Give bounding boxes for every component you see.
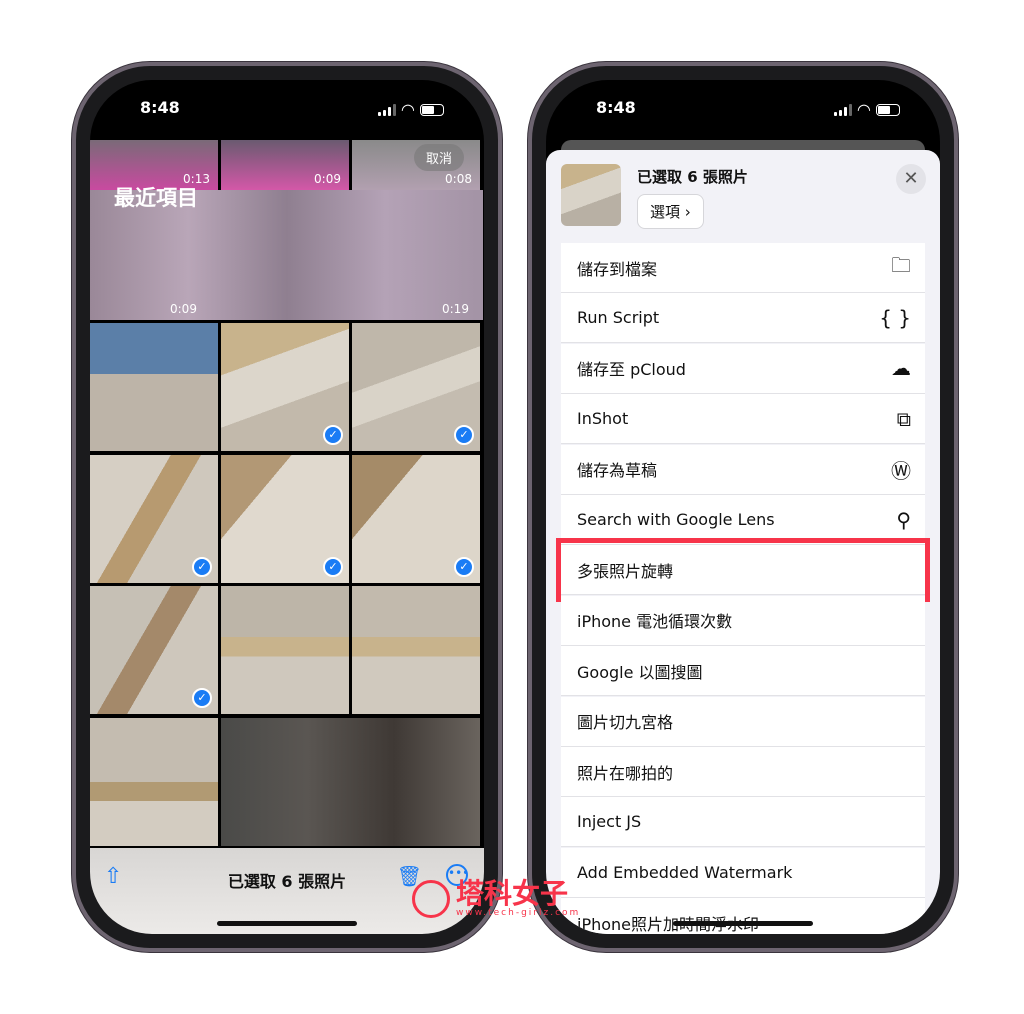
photo-thumbnail[interactable]: ✓ [90,586,218,714]
action-row[interactable]: 照片在哪拍的 [561,747,925,797]
action-label: Inject JS [577,812,642,832]
signal-icon [833,103,852,116]
left-phone: 8:48 ◠ 0:13 0:09 0:08 0:09 0:19 ✓ ✓ ✓ ✓ ✓ ✓ 取消 最近項… [72,62,502,952]
share-sheet-screen: 8:48 ◠ 已選取 6 張照片 選項 › ✕ 儲存到檔案 🗀 Run Script… [546,80,940,934]
action-row[interactable]: Inject JS [561,797,925,848]
action-row[interactable]: Add Embedded Watermark [561,847,925,898]
selected-check-icon: ✓ [323,557,343,577]
highlight-box [556,538,930,603]
action-row[interactable]: InShot ⧉ [561,394,925,445]
braces-icon: { } [879,305,911,330]
selected-check-icon: ✓ [454,557,474,577]
wifi-icon: ◠ [401,100,414,119]
selected-check-icon: ✓ [192,557,212,577]
video-duration: 0:09 [314,172,341,186]
action-row[interactable]: Google 以圖搜圖 [561,646,925,697]
wifi-icon: ◠ [857,100,870,119]
selected-check-icon: ✓ [323,425,343,445]
selected-check-icon: ✓ [454,425,474,445]
action-label: Google 以圖搜圖 [577,662,703,682]
watermark: 塔科女子 www.tech-girlz.com [412,880,580,918]
action-row[interactable]: 儲存至 pCloud ☁ [561,343,925,394]
action-row[interactable]: iPhone照片加時間浮水印 [561,898,925,934]
signal-icon [377,103,396,116]
action-label: Add Embedded Watermark [577,862,793,882]
status-time: 8:48 [140,98,180,117]
status-bar: 8:48 ◠ [90,98,484,122]
action-row[interactable]: iPhone 電池循環次數 [561,595,925,646]
action-row[interactable]: 圖片切九宮格 [561,696,925,747]
home-indicator [217,921,357,926]
watermark-text: 塔科女子 [456,877,569,910]
planet-logo-icon [412,880,450,918]
right-phone: 8:48 ◠ 已選取 6 張照片 選項 › ✕ 儲存到檔案 🗀 Run Script… [528,62,958,952]
folder-icon: 🗀 [891,252,911,277]
close-icon[interactable]: ✕ [896,164,926,194]
battery-icon [420,103,444,116]
photo-thumbnail[interactable] [90,323,218,451]
selection-thumbnail [561,164,621,226]
photo-thumbnail[interactable]: ✓ [221,323,349,451]
photo-thumbnail[interactable] [221,718,480,846]
status-time: 8:48 [596,98,636,117]
photos-screen: 8:48 ◠ 0:13 0:09 0:08 0:09 0:19 ✓ ✓ ✓ ✓ ✓ ✓ 取消 最近項… [90,80,484,934]
action-label: InShot [577,409,629,429]
sheet-title: 已選取 6 張照片 [637,168,748,186]
video-duration: 0:08 [445,172,472,186]
action-label: iPhone 電池循環次數 [577,612,733,632]
action-label: 儲存至 pCloud [577,360,686,380]
action-label: Search with Google Lens [577,510,775,529]
photo-thumbnail[interactable]: ✓ [352,455,480,583]
photo-thumbnail[interactable]: ✓ [221,455,349,583]
album-title: 最近項目 [114,186,198,210]
battery-icon [876,103,900,116]
wordpress-icon: Ⓦ [891,458,911,483]
selected-check-icon: ✓ [192,688,212,708]
video-thumbnail[interactable]: 0:09 [221,140,349,190]
search-icon: ⚲ [896,507,911,532]
pcloud-icon: ☁ [891,356,911,381]
action-label: 儲存為草稿 [577,461,658,481]
action-label: 儲存到檔案 [577,259,658,279]
status-bar: 8:48 ◠ [546,98,940,122]
crop-icon: ⧉ [896,406,911,431]
share-sheet: 已選取 6 張照片 選項 › ✕ 儲存到檔案 🗀 Run Script { } 儲存至 … [546,150,940,934]
photo-thumbnail[interactable]: ✓ [90,455,218,583]
watermark-url: www.tech-girlz.com [456,908,581,918]
photo-thumbnail[interactable] [352,586,480,714]
photo-thumbnail[interactable]: ✓ [352,323,480,451]
action-row[interactable]: 儲存到檔案 🗀 [561,243,925,293]
options-button[interactable]: 選項 › [637,194,704,229]
action-label: 照片在哪拍的 [577,763,674,783]
action-row[interactable]: 儲存為草稿 Ⓦ [561,444,925,495]
action-label: Run Script [577,308,660,328]
photo-thumbnail[interactable] [221,586,349,714]
action-row[interactable]: Run Script { } [561,293,925,344]
photo-thumbnail[interactable] [90,718,218,846]
cancel-button[interactable]: 取消 [413,144,464,171]
action-label: 圖片切九宮格 [577,713,674,733]
home-indicator [673,921,813,926]
